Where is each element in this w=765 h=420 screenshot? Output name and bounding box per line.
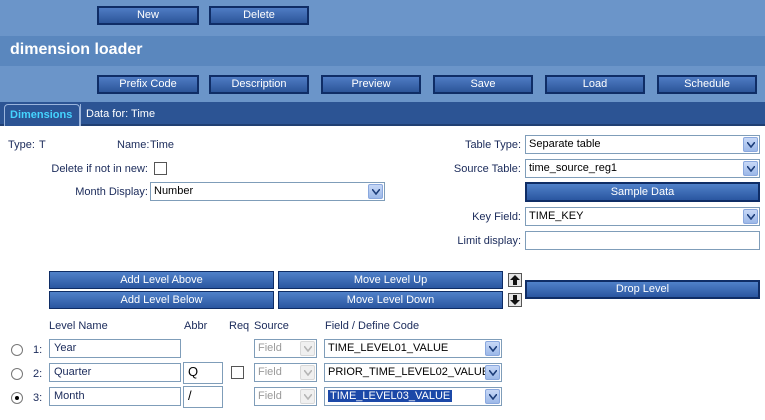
sample-data-button[interactable]: Sample Data xyxy=(525,182,760,202)
chevron-down-icon xyxy=(743,209,758,224)
description-button[interactable]: Description xyxy=(209,75,309,94)
level-3-field-select[interactable]: TIME_LEVEL03_VALUE xyxy=(324,387,502,406)
level-3-source-value: Field xyxy=(258,390,282,402)
req-header: Req xyxy=(229,320,250,332)
preview-button[interactable]: Preview xyxy=(321,75,421,94)
chevron-down-icon xyxy=(368,184,383,199)
level-2-source-value: Field xyxy=(258,366,282,378)
arrow-down-icon[interactable] xyxy=(508,293,522,307)
move-level-up-button[interactable]: Move Level Up xyxy=(278,271,503,289)
level-1-field-select[interactable]: TIME_LEVEL01_VALUE xyxy=(324,339,502,358)
tab-dimensions[interactable]: Dimensions xyxy=(4,104,80,126)
level-2-index: 2: xyxy=(33,368,43,380)
schedule-button[interactable]: Schedule xyxy=(657,75,757,94)
chevron-down-icon xyxy=(743,137,758,152)
level-3-radio[interactable] xyxy=(11,392,23,404)
level-3-abbr-input[interactable]: / xyxy=(183,386,223,408)
add-level-below-button[interactable]: Add Level Below xyxy=(49,291,274,309)
source-table-label: Source Table: xyxy=(453,163,521,175)
month-display-value: Number xyxy=(154,185,194,197)
page-title: dimension loader xyxy=(10,41,143,58)
level-3-field-value: TIME_LEVEL03_VALUE xyxy=(328,390,453,402)
type-label: Type: xyxy=(8,139,35,151)
prefix-code-button[interactable]: Prefix Code xyxy=(97,75,199,94)
level-2-source-select: Field xyxy=(254,363,317,382)
limit-display-input[interactable] xyxy=(525,231,760,250)
level-1-source-value: Field xyxy=(258,342,282,354)
level-1-index: 1: xyxy=(33,344,43,356)
limit-display-label: Limit display: xyxy=(457,235,521,247)
name-value: Time xyxy=(150,139,175,151)
save-button[interactable]: Save xyxy=(433,75,533,94)
arrow-up-icon[interactable] xyxy=(508,273,522,287)
field-define-code-header: Field / Define Code xyxy=(325,320,420,332)
source-header: Source xyxy=(254,320,289,332)
load-button[interactable]: Load xyxy=(545,75,645,94)
move-level-down-button[interactable]: Move Level Down xyxy=(278,291,503,309)
key-field-value: TIME_KEY xyxy=(529,210,584,222)
table-type-value: Separate table xyxy=(529,138,601,150)
new-button[interactable]: New xyxy=(97,6,199,25)
key-field-select[interactable]: TIME_KEY xyxy=(525,207,760,226)
level-3-name-input[interactable]: Month xyxy=(49,387,181,406)
name-label: Name: xyxy=(117,139,150,151)
delete-button[interactable]: Delete xyxy=(209,6,309,25)
add-level-above-button[interactable]: Add Level Above xyxy=(49,271,274,289)
chevron-down-icon xyxy=(300,365,315,380)
key-field-label: Key Field: xyxy=(472,211,521,223)
chevron-down-icon xyxy=(485,389,500,404)
level-2-field-value: PRIOR_TIME_LEVEL02_VALUE xyxy=(328,366,490,378)
level-2-abbr-input[interactable]: Q xyxy=(183,362,223,384)
table-type-label: Table Type: xyxy=(464,139,521,151)
month-display-select[interactable]: Number xyxy=(150,182,385,201)
chevron-down-icon xyxy=(300,389,315,404)
level-name-header: Level Name xyxy=(49,320,108,332)
drop-level-button[interactable]: Drop Level xyxy=(525,280,760,299)
chevron-down-icon xyxy=(743,161,758,176)
chevron-down-icon xyxy=(485,365,500,380)
abbr-header: Abbr xyxy=(184,320,208,332)
level-2-radio[interactable] xyxy=(11,368,23,380)
source-table-value: time_source_reg1 xyxy=(529,162,618,174)
level-2-name-input[interactable]: Quarter xyxy=(49,363,181,382)
delete-if-not-in-new-checkbox[interactable] xyxy=(154,162,167,175)
level-1-name-input[interactable]: Year xyxy=(49,339,181,358)
chevron-down-icon xyxy=(300,341,315,356)
tab-data-for-time[interactable]: Data for: Time xyxy=(80,104,156,126)
level-3-source-select: Field xyxy=(254,387,317,406)
month-display-label: Month Display: xyxy=(75,186,148,198)
level-2-field-select[interactable]: PRIOR_TIME_LEVEL02_VALUE xyxy=(324,363,502,382)
type-value: T xyxy=(39,139,46,151)
level-2-req-checkbox[interactable] xyxy=(231,366,244,379)
table-type-select[interactable]: Separate table xyxy=(525,135,760,154)
source-table-select[interactable]: time_source_reg1 xyxy=(525,159,760,178)
level-3-index: 3: xyxy=(33,392,43,404)
level-1-source-select: Field xyxy=(254,339,317,358)
level-1-field-value: TIME_LEVEL01_VALUE xyxy=(328,342,449,354)
delete-if-not-in-new-label: Delete if not in new: xyxy=(51,163,148,175)
level-1-radio[interactable] xyxy=(11,344,23,356)
chevron-down-icon xyxy=(485,341,500,356)
tab-bar: Dimensions Data for: Time xyxy=(0,102,765,126)
